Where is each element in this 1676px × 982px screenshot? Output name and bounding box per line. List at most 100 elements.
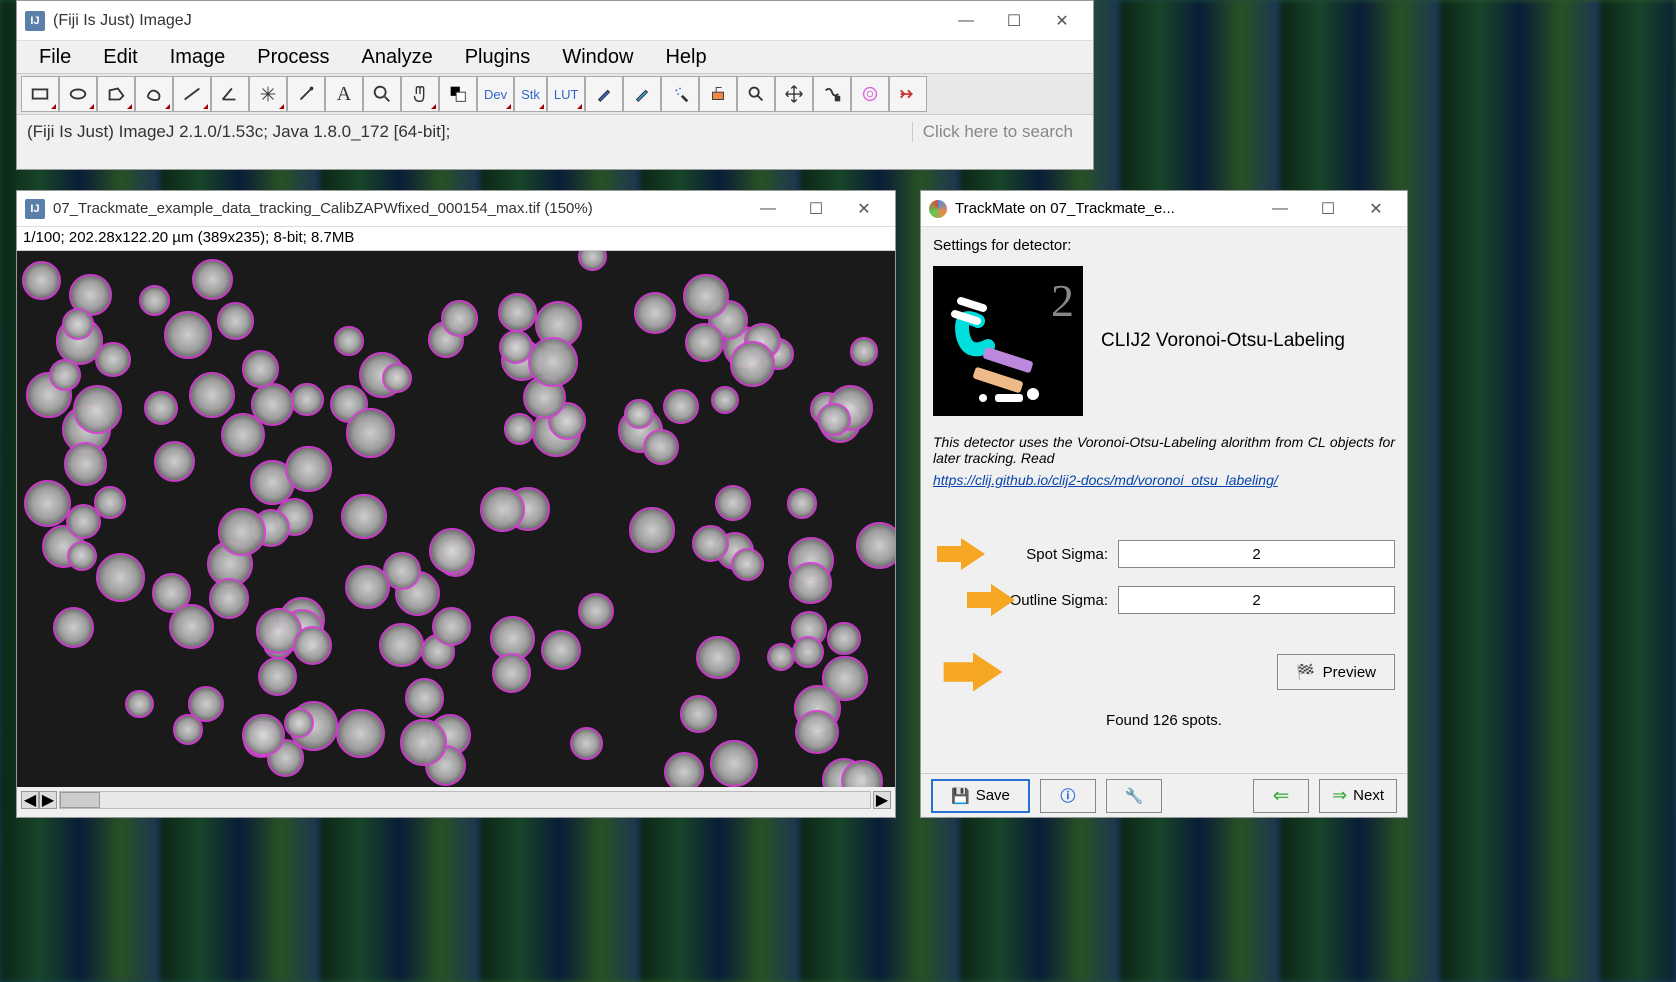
scroll-end-icon[interactable]: ▶ bbox=[873, 791, 891, 809]
detected-spot bbox=[400, 719, 446, 765]
detected-spot bbox=[379, 623, 424, 668]
detected-spot bbox=[290, 383, 324, 417]
detected-spot bbox=[22, 261, 61, 300]
detected-spot bbox=[432, 607, 472, 647]
close-button[interactable]: ✕ bbox=[1353, 193, 1399, 225]
line-tool[interactable] bbox=[173, 76, 211, 112]
detected-spot bbox=[73, 385, 122, 434]
detected-spot bbox=[209, 578, 250, 619]
save-button[interactable]: 💾 Save bbox=[931, 779, 1030, 813]
back-button[interactable]: ⇐ bbox=[1253, 779, 1309, 813]
detected-spot bbox=[96, 553, 145, 602]
detected-spot bbox=[730, 341, 775, 386]
oval-tool[interactable] bbox=[59, 76, 97, 112]
trackmate-window: TrackMate on 07_Trackmate_e... — ☐ ✕ Set… bbox=[920, 190, 1408, 818]
menu-plugins[interactable]: Plugins bbox=[451, 42, 545, 73]
wand-tool[interactable] bbox=[287, 76, 325, 112]
menu-process[interactable]: Process bbox=[243, 42, 343, 73]
hand-tool[interactable] bbox=[401, 76, 439, 112]
color-picker-tool[interactable] bbox=[439, 76, 477, 112]
detected-spot bbox=[817, 403, 850, 436]
point-tool[interactable] bbox=[249, 76, 287, 112]
detected-spot bbox=[242, 350, 280, 388]
image-window: IJ 07_Trackmate_example_data_tracking_Ca… bbox=[16, 190, 896, 818]
scroll-track[interactable] bbox=[59, 791, 871, 809]
fiji-icon: IJ bbox=[25, 199, 45, 219]
fiji-title: (Fiji Is Just) ImageJ bbox=[53, 12, 943, 30]
outline-sigma-row: Outline Sigma: bbox=[933, 586, 1395, 614]
dev-tool[interactable]: Dev bbox=[477, 76, 514, 112]
menu-help[interactable]: Help bbox=[651, 42, 720, 73]
detected-spot bbox=[345, 565, 390, 610]
maximize-button[interactable]: ☐ bbox=[991, 5, 1037, 37]
menu-file[interactable]: File bbox=[25, 42, 85, 73]
more-tool[interactable] bbox=[889, 76, 927, 112]
detected-spot bbox=[711, 386, 739, 414]
find-tool[interactable] bbox=[737, 76, 775, 112]
script-tool[interactable] bbox=[813, 76, 851, 112]
detected-spot bbox=[285, 446, 331, 492]
paint-tool[interactable] bbox=[699, 76, 737, 112]
brush2-tool[interactable] bbox=[623, 76, 661, 112]
detected-spot bbox=[767, 643, 795, 671]
detected-spot bbox=[541, 630, 581, 670]
detected-spot bbox=[218, 508, 265, 555]
detected-spot bbox=[217, 302, 254, 339]
maximize-button[interactable]: ☐ bbox=[793, 193, 839, 225]
scroll-left-icon[interactable]: ◀ bbox=[21, 791, 39, 809]
zoom-tool[interactable] bbox=[363, 76, 401, 112]
arrow-icon bbox=[943, 650, 1003, 694]
scroll-right-icon[interactable]: ▶ bbox=[39, 791, 57, 809]
minimize-button[interactable]: — bbox=[943, 5, 989, 37]
docs-link[interactable]: https://clij.github.io/clij2-docs/md/vor… bbox=[933, 472, 1278, 488]
image-canvas[interactable] bbox=[17, 251, 895, 787]
outline-sigma-input[interactable] bbox=[1118, 586, 1395, 614]
menu-image[interactable]: Image bbox=[156, 42, 240, 73]
detected-spot bbox=[492, 653, 532, 693]
detected-spot bbox=[144, 391, 178, 425]
search-hint[interactable]: Click here to search bbox=[912, 122, 1083, 142]
move-tool[interactable] bbox=[775, 76, 813, 112]
menu-analyze[interactable]: Analyze bbox=[348, 42, 447, 73]
detected-spot bbox=[242, 714, 285, 757]
angle-tool[interactable] bbox=[211, 76, 249, 112]
preview-button[interactable]: 🏁 Preview bbox=[1277, 654, 1395, 690]
scroll-thumb[interactable] bbox=[60, 792, 100, 808]
close-button[interactable]: ✕ bbox=[841, 193, 887, 225]
minimize-button[interactable]: — bbox=[1257, 193, 1303, 225]
freehand-tool[interactable] bbox=[135, 76, 173, 112]
info-button[interactable]: ⓘ bbox=[1040, 779, 1096, 813]
detected-spot bbox=[528, 337, 578, 387]
detected-spot bbox=[629, 507, 674, 552]
maximize-button[interactable]: ☐ bbox=[1305, 193, 1351, 225]
menu-edit[interactable]: Edit bbox=[89, 42, 151, 73]
toolbar: A DevStkLUT bbox=[17, 73, 1093, 115]
fiji-titlebar[interactable]: IJ (Fiji Is Just) ImageJ — ☐ ✕ bbox=[17, 1, 1093, 41]
detected-spot bbox=[715, 485, 751, 521]
menubar: File Edit Image Process Analyze Plugins … bbox=[17, 41, 1093, 73]
menu-window[interactable]: Window bbox=[548, 42, 647, 73]
trackmate-title: TrackMate on 07_Trackmate_e... bbox=[955, 200, 1257, 217]
clij2-logo: 2 bbox=[933, 266, 1083, 416]
minimize-button[interactable]: — bbox=[745, 193, 791, 225]
detected-spot bbox=[850, 337, 879, 366]
next-button[interactable]: ⇒ Next bbox=[1319, 779, 1397, 813]
image-scrollbar[interactable]: ◀ ▶ ▶ bbox=[17, 787, 895, 813]
spot-sigma-input[interactable] bbox=[1118, 540, 1395, 568]
brush1-tool[interactable] bbox=[585, 76, 623, 112]
image-titlebar[interactable]: IJ 07_Trackmate_example_data_tracking_Ca… bbox=[17, 191, 895, 227]
annotate-tool[interactable] bbox=[851, 76, 889, 112]
polygon-tool[interactable] bbox=[97, 76, 135, 112]
lut-tool[interactable]: LUT bbox=[547, 76, 586, 112]
close-button[interactable]: ✕ bbox=[1039, 5, 1085, 37]
rectangle-tool[interactable] bbox=[21, 76, 59, 112]
text-tool[interactable]: A bbox=[325, 76, 363, 112]
detected-spot bbox=[95, 342, 131, 378]
detected-spot bbox=[624, 399, 654, 429]
stk-tool[interactable]: Stk bbox=[514, 76, 547, 112]
spray-tool[interactable] bbox=[661, 76, 699, 112]
detected-spot bbox=[346, 408, 396, 458]
wrench-button[interactable]: 🔧 bbox=[1106, 779, 1162, 813]
trackmate-titlebar[interactable]: TrackMate on 07_Trackmate_e... — ☐ ✕ bbox=[921, 191, 1407, 227]
detected-spot bbox=[441, 300, 477, 336]
